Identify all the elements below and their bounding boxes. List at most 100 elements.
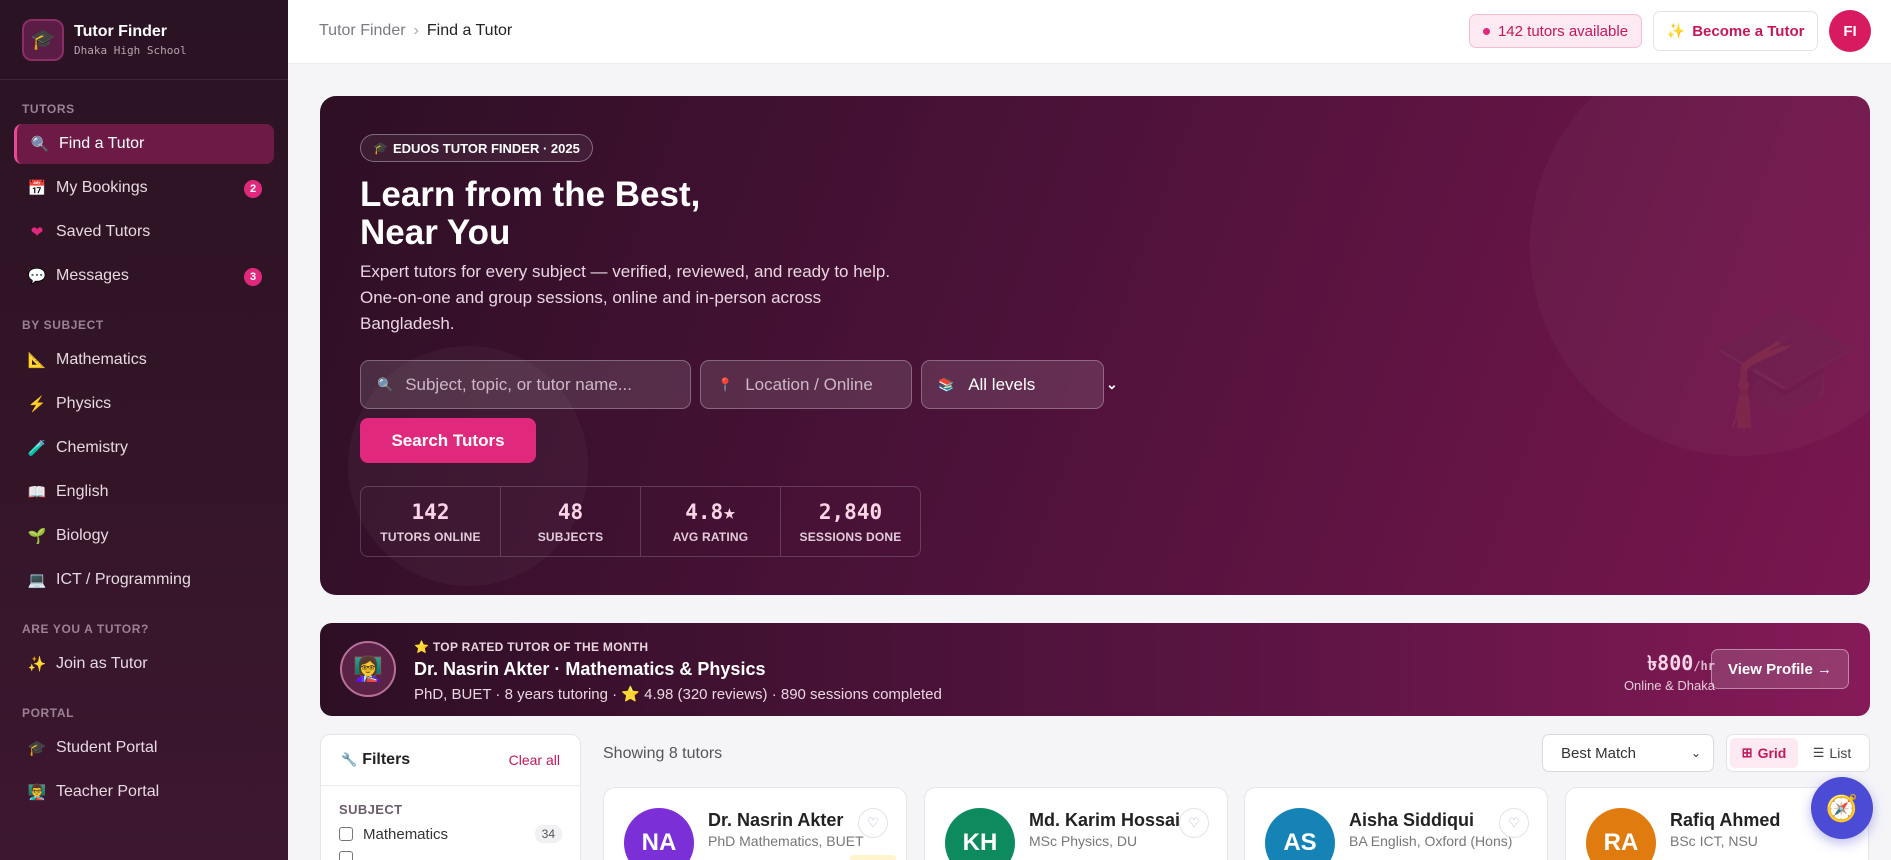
sidebar-item-join-as-tutor[interactable]: ✨ Join as Tutor <box>14 644 274 684</box>
tutor-card[interactable]: KH Md. Karim Hossain MSc Physics, DU ♡ <box>924 787 1228 860</box>
graduation-cap-icon: 🎓 <box>27 740 47 757</box>
save-heart-icon[interactable]: ♡ <box>1179 808 1209 838</box>
breadcrumb-current: Find a Tutor <box>426 22 513 39</box>
hero-subtitle: Expert tutors for every subject — verifi… <box>360 262 891 333</box>
heart-icon: ❤ <box>30 224 44 241</box>
user-avatar[interactable]: FI <box>1829 10 1871 52</box>
view-toggle: ⊞ Grid ☰ List <box>1726 734 1870 772</box>
stat-label: TUTORS ONLINE <box>380 529 481 544</box>
sidebar-item-label: Saved Tutors <box>56 223 151 240</box>
results-count: Showing 8 tutors <box>603 745 723 762</box>
brand-subtitle: Dhaka High School <box>74 43 187 57</box>
calendar-icon: 📅 <box>27 180 47 197</box>
view-profile-button[interactable]: View Profile → <box>1711 649 1849 689</box>
hero-stats: 142 TUTORS ONLINE 48 SUBJECTS 4.8★ AVG R… <box>360 486 921 557</box>
sidebar-item-ict-programming[interactable]: 💻 ICT / Programming <box>14 560 274 600</box>
save-heart-icon[interactable]: ♡ <box>858 808 888 838</box>
sort-select[interactable]: Best Match ⌄ <box>1542 734 1714 772</box>
sidebar-item-my-bookings[interactable]: 📅 My Bookings 2 <box>14 168 274 208</box>
tutors-available-badge: 142 tutors available <box>1469 14 1642 48</box>
search-icon: 🔍 <box>30 136 50 153</box>
sidebar-item-chemistry[interactable]: 🧪 Chemistry <box>14 428 274 468</box>
clear-all-link[interactable]: Clear all <box>509 752 560 768</box>
view-list-button[interactable]: ☰ List <box>1798 738 1866 768</box>
sparkles-icon: ✨ <box>27 656 47 673</box>
filter-option-mathematics[interactable]: Mathematics 34 <box>321 817 580 843</box>
tutor-avatar: NA <box>624 808 694 860</box>
sidebar-item-biology[interactable]: 🌱 Biology <box>14 516 274 556</box>
hero-tag: 🎓 EDUOS TUTOR FINDER · 2025 <box>360 134 593 162</box>
become-tutor-label: Become a Tutor <box>1692 22 1805 40</box>
grid-icon: ⊞ <box>1741 745 1753 760</box>
featured-price-value: ৳800 <box>1647 651 1694 675</box>
filters-title: 🔧 Filters <box>341 751 410 769</box>
breadcrumb-separator: › <box>413 22 419 39</box>
filter-option-label: Mathematics <box>363 825 449 843</box>
view-grid-label: Grid <box>1757 745 1787 761</box>
level-select[interactable]: 📚 All levels <box>921 360 1104 409</box>
hero-banner: 🎓 🎓 EDUOS TUTOR FINDER · 2025 Learn from… <box>320 96 1870 595</box>
brand[interactable]: 🎓 Tutor Finder Dhaka High School <box>0 0 288 80</box>
sidebar-item-find-a-tutor[interactable]: 🔍 Find a Tutor <box>14 124 274 164</box>
breadcrumb-root-link[interactable]: Tutor Finder <box>319 22 406 39</box>
sidebar-item-teacher-portal[interactable]: 👨‍🏫 Teacher Portal <box>14 772 274 812</box>
stat-value: 142 <box>411 499 450 524</box>
stat-label: SUBJECTS <box>537 529 604 544</box>
tutor-card[interactable]: NA Dr. Nasrin Akter PhD Mathematics, BUE… <box>603 787 907 860</box>
tutor-name: Md. Karim Hossain <box>1029 810 1192 830</box>
brand-logo-icon: 🎓 <box>22 18 64 61</box>
stat-label: SESSIONS DONE <box>799 529 902 544</box>
filter-checkbox[interactable] <box>339 827 353 841</box>
view-grid-button[interactable]: ⊞ Grid <box>1730 738 1798 768</box>
sidebar-item-saved-tutors[interactable]: ❤ Saved Tutors <box>14 212 274 252</box>
books-icon: 📚 <box>938 376 955 392</box>
filter-option-partial[interactable] <box>321 843 580 860</box>
subject-search-input[interactable]: 🔍 Subject, topic, or tutor name... <box>360 360 691 409</box>
sidebar-item-label: Teacher Portal <box>56 783 160 800</box>
nav-section-tutors: TUTORS <box>22 102 75 116</box>
compass-fab-button[interactable]: 🧭 <box>1811 777 1873 839</box>
filter-checkbox[interactable] <box>339 851 353 860</box>
level-select-value: All levels <box>968 374 1036 394</box>
sidebar-item-physics[interactable]: ⚡ Physics <box>14 384 274 424</box>
location-placeholder: Location / Online <box>745 374 873 394</box>
sidebar-item-english[interactable]: 📖 English <box>14 472 274 512</box>
save-heart-icon[interactable]: ♡ <box>1499 808 1529 838</box>
nav-section-by-subject: BY SUBJECT <box>22 318 104 332</box>
become-tutor-button[interactable]: ✨ Become a Tutor <box>1653 11 1818 51</box>
teacher-icon: 👨‍🏫 <box>27 784 47 801</box>
sidebar-item-student-portal[interactable]: 🎓 Student Portal <box>14 728 274 768</box>
breadcrumb: Tutor Finder › Find a Tutor <box>319 22 512 40</box>
tutor-name: Dr. Nasrin Akter <box>708 810 844 830</box>
filters-panel: 🔧 Filters Clear all SUBJECT Mathematics 3… <box>320 734 581 860</box>
book-icon: 📖 <box>27 484 47 501</box>
tutor-qualification: BA English, Oxford (Hons) <box>1349 833 1513 849</box>
sidebar-item-label: Messages <box>56 267 129 284</box>
sidebar-item-messages[interactable]: 💬 Messages 3 <box>14 256 274 296</box>
location-input[interactable]: 📍 Location / Online <box>700 360 912 409</box>
tutor-card[interactable]: AS Aisha Siddiqui BA English, Oxford (Ho… <box>1244 787 1548 860</box>
chevron-down-icon: ⌄ <box>1690 746 1701 760</box>
graduation-cap-watermark-icon: 🎓 <box>1710 298 1860 432</box>
bookings-count-badge: 2 <box>244 180 262 198</box>
view-list-label: List <box>1829 745 1852 761</box>
chevron-down-icon[interactable]: ⌄ <box>1106 376 1118 393</box>
filter-group-subject-label: SUBJECT <box>339 802 403 817</box>
stat-sessions-done: 2,840 SESSIONS DONE <box>781 487 920 556</box>
search-tutors-button[interactable]: Search Tutors <box>360 418 536 463</box>
sparkles-icon: ✨ <box>1666 23 1686 40</box>
stat-avg-rating: 4.8★ AVG RATING <box>641 487 781 556</box>
tutor-avatar: AS <box>1265 808 1335 860</box>
nav-section-portal: PORTAL <box>22 706 75 720</box>
stat-label: AVG RATING <box>672 529 749 544</box>
stat-value: 4.8★ <box>685 499 736 524</box>
sidebar-item-mathematics[interactable]: 📐 Mathematics <box>14 340 274 380</box>
tutor-qualification: BSc ICT, NSU <box>1670 833 1758 849</box>
star-icon: ⭐ <box>414 640 430 654</box>
sidebar-item-label: Mathematics <box>56 351 147 368</box>
filter-option-count: 34 <box>534 825 562 843</box>
location-pin-icon: 📍 <box>717 376 734 392</box>
tutor-avatar: KH <box>945 808 1015 860</box>
tutor-qualification: PhD Mathematics, BUET <box>708 833 864 849</box>
messages-count-badge: 3 <box>244 268 262 286</box>
